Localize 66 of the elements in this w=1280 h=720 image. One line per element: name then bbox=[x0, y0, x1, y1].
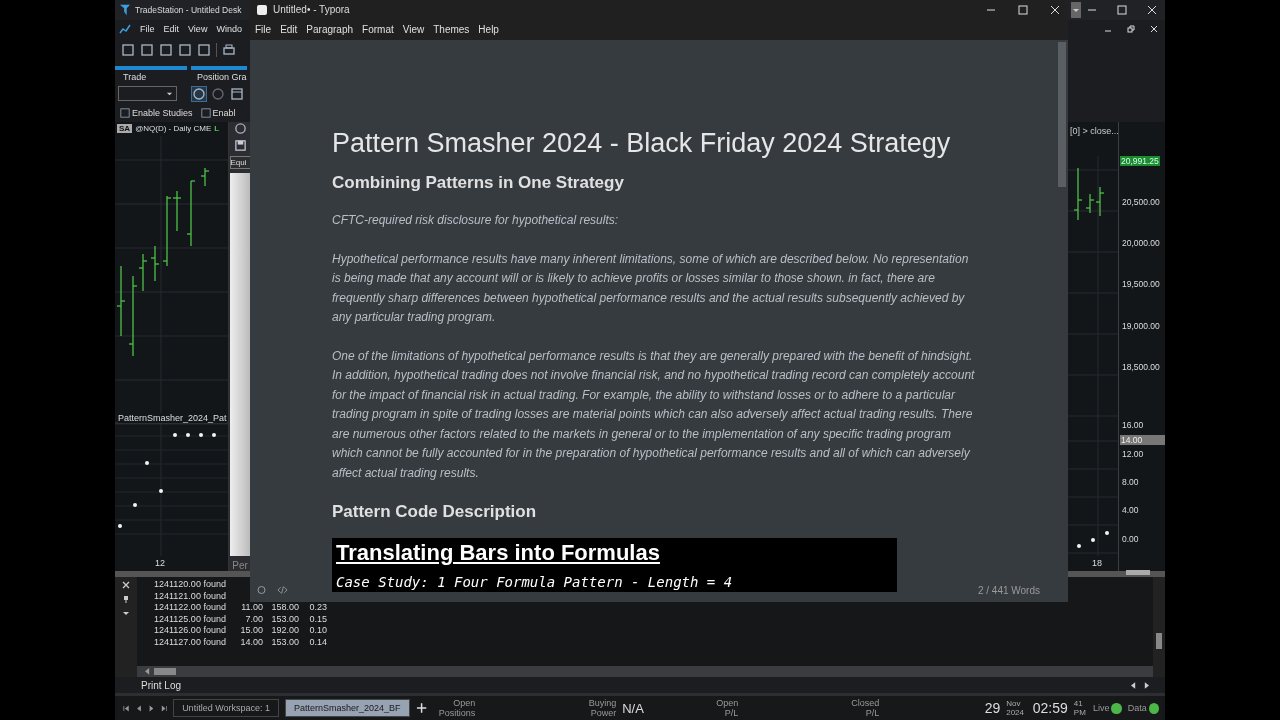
menu-item[interactable]: Windo bbox=[216, 23, 242, 34]
status-label: Open Positions bbox=[438, 698, 476, 718]
document-title: Pattern Smasher 2024 - Black Friday 2024 Strategy bbox=[332, 128, 952, 159]
panel-title: Print Log bbox=[141, 679, 182, 691]
menu-item[interactable]: Help bbox=[478, 24, 499, 35]
date-month-year: Nov 2024 bbox=[1006, 699, 1025, 717]
window-title: TradeStation - Untitled Desk bbox=[135, 5, 242, 15]
menu-item[interactable]: View bbox=[402, 24, 425, 35]
tab[interactable]: Position Gra bbox=[191, 65, 247, 84]
log-line: 1241127.00 found 14.00 153.00 0.14 bbox=[154, 636, 327, 649]
log-line: 1241122.00 found 11.00 158.00 0.23 bbox=[154, 602, 327, 614]
axis-label: 4.00 bbox=[1122, 504, 1139, 515]
workspace-tab[interactable]: Untitled Workspace: 1 bbox=[173, 699, 279, 717]
status-value: N/A bbox=[622, 700, 645, 716]
menu-item[interactable]: Paragraph bbox=[306, 24, 354, 35]
feed-label: L bbox=[214, 124, 220, 134]
menu-item[interactable]: Themes bbox=[433, 24, 470, 35]
panel-label: Per bbox=[232, 560, 248, 572]
paragraph: Hypothetical performance results have many inherent limitations, some of which are described below. No representation is being made that any account will or is likely to achieve profits or losses similar to those shown. in fact, there are frequently sharp differences between hypothetical performance results and the actual results subsequently achieved by any particular trading program. bbox=[332, 250, 970, 326]
status-label: Live bbox=[1092, 703, 1110, 713]
log-line: 1241120.00 found bbox=[154, 579, 227, 591]
menu-item[interactable]: Format bbox=[362, 24, 394, 35]
symbol-label: @NQ(D) - Daily CME bbox=[135, 124, 212, 134]
axis-label: 0.00 bbox=[1122, 533, 1139, 544]
price-marker: 20,991.25 bbox=[1120, 155, 1160, 166]
image-heading: Translating Bars into Formulas bbox=[336, 540, 661, 566]
axis-label: 18,500.00 bbox=[1122, 361, 1160, 372]
clock-time: 02:59 bbox=[1032, 700, 1068, 716]
clock-seconds: 41 PM bbox=[1073, 699, 1087, 717]
value-marker: 14.00 bbox=[1120, 434, 1165, 445]
study-button[interactable]: Enable Studies bbox=[120, 107, 193, 118]
menu-item[interactable]: View bbox=[188, 23, 208, 34]
axis-label: 19,000.00 bbox=[1122, 320, 1160, 331]
log-line: 1241126.00 found 15.00 192.00 0.10 bbox=[154, 625, 327, 637]
menu-item[interactable]: File bbox=[140, 23, 155, 34]
menu-item[interactable]: File bbox=[255, 24, 272, 35]
paragraph: CFTC-required risk disclosure for hypothetical results: bbox=[332, 212, 620, 229]
axis-label: 20,000.00 bbox=[1122, 237, 1160, 248]
section-heading: Pattern Code Description bbox=[332, 502, 538, 522]
section-heading: Combining Patterns in One Strategy bbox=[332, 173, 625, 193]
symbol-badge: SA bbox=[117, 124, 133, 134]
study-label: [0] > close... bbox=[1070, 125, 1119, 136]
workspace-tab[interactable]: PatternSmasher_2024_BF bbox=[285, 699, 410, 717]
status-label: Closed P/L bbox=[850, 698, 880, 718]
axis-label: 12.00 bbox=[1122, 448, 1144, 459]
log-line: 1241125.00 found 7.00 153.00 0.15 bbox=[154, 613, 327, 626]
axis-label: 8.00 bbox=[1122, 476, 1139, 487]
axis-label: 20,500.00 bbox=[1122, 196, 1160, 207]
status-label: Data bbox=[1127, 703, 1147, 713]
date-label: 18 bbox=[1092, 557, 1102, 568]
menu-item[interactable]: Edit bbox=[280, 24, 298, 35]
status-label: Buying Power bbox=[587, 698, 617, 718]
image-caption: Case Study: 1 Four Formula Pattern - Length = 4 bbox=[336, 574, 734, 590]
word-count: 2 / 441 Words bbox=[977, 584, 1040, 596]
axis-label: 19,500.00 bbox=[1122, 278, 1160, 289]
menu-item[interactable]: Edit bbox=[163, 23, 180, 34]
date-label: 12 bbox=[155, 557, 165, 568]
axis-label: 16.00 bbox=[1122, 419, 1144, 430]
window-title: Untitled• - Typora bbox=[273, 4, 350, 15]
log-line: 1241121.00 found bbox=[154, 590, 227, 603]
paragraph: One of the limitations of hypothetical performance results is that they are generally prepared with the benefit of hindsight. In addition, hypothetical trading does not involve financial risk, and no hypothetical trading record can completely account for the impact of financial risk in actual trading. For example, the ability to withstand losses or to adhere to a particular trading program in spite of trading losses are material points which can also adversely affect actual trading results. There are numerous other factors related to the markets in general or to the implementation of any specific trading program which cannot be fully accounted for in the preparation of hypothetical performance results and all of which can adversely affect actual trading results. bbox=[332, 347, 976, 482]
study-button[interactable]: Enabl bbox=[200, 107, 236, 118]
date-day: 29 bbox=[984, 700, 1001, 716]
tab[interactable]: Trade bbox=[115, 65, 187, 84]
study-label: PatternSmasher_2024_Pat bbox=[118, 412, 227, 423]
status-label: Open P/L bbox=[715, 698, 739, 718]
